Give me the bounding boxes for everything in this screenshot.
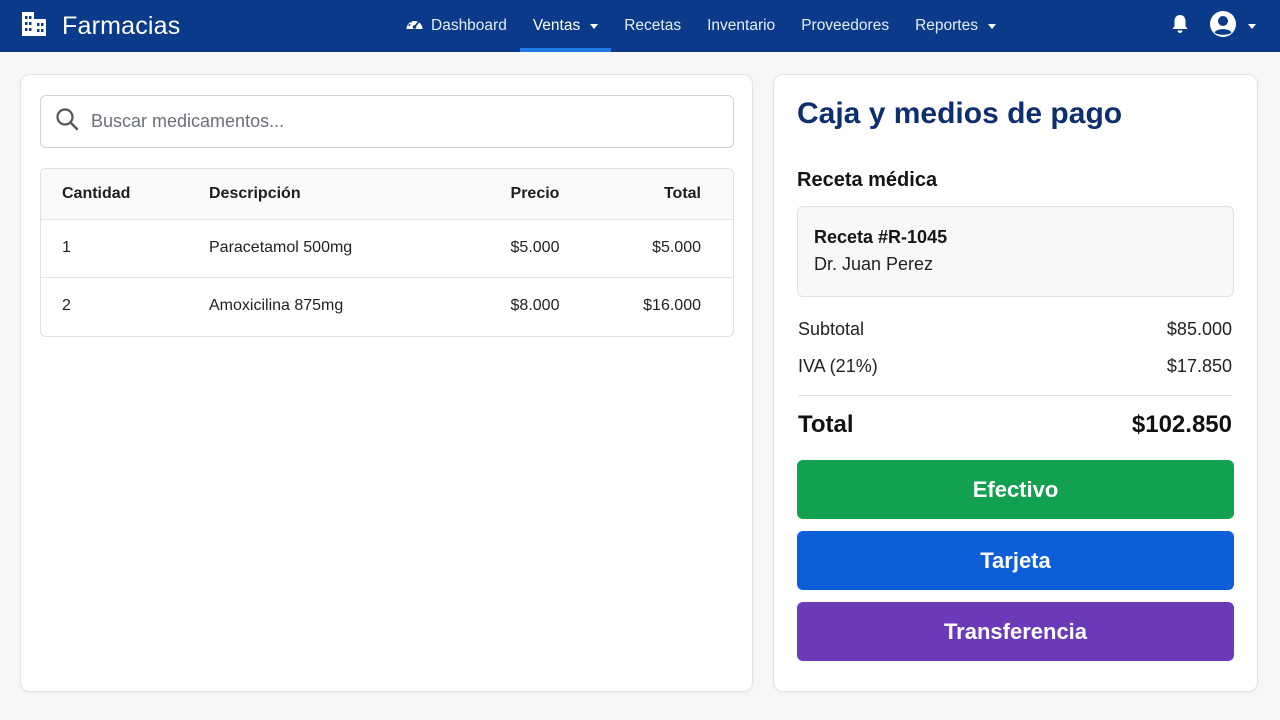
user-avatar-icon (1209, 10, 1237, 43)
nav-item-ventas[interactable]: Ventas (519, 0, 612, 52)
caret-down-icon (1248, 23, 1256, 29)
nav-item-reportes[interactable]: Reportes (902, 0, 1009, 52)
iva-label: IVA (21%) (798, 356, 878, 376)
cell-cantidad: 1 (62, 239, 71, 256)
cell-descripcion: Amoxicilina 875mg (209, 297, 344, 315)
pay-tarjeta-button[interactable]: Tarjeta (797, 531, 1234, 590)
brand[interactable]: Farmacias (20, 0, 181, 52)
search-box (40, 95, 734, 148)
pay-transferencia-button[interactable]: Transferencia (797, 602, 1234, 661)
checkout-panel: Caja y medios de pago Receta médica Rece… (773, 74, 1258, 692)
search-input[interactable] (91, 111, 733, 132)
column-header-descripcion: Descripción (209, 184, 301, 202)
total-label: Total (798, 411, 854, 438)
receta-doctor: Dr. Juan Perez (814, 254, 934, 274)
column-header-precio: Precio (510, 184, 560, 202)
subtotal-value: $85.000 (1166, 319, 1232, 339)
receta-number: Receta #R-1045 (814, 227, 948, 247)
cell-total: $5.000 (652, 239, 701, 256)
brand-name: Farmacias (62, 11, 181, 40)
nav-label: Dashboard (431, 17, 507, 34)
building-icon (20, 10, 48, 43)
cell-precio: $8.000 (510, 297, 560, 315)
user-menu[interactable] (1209, 10, 1256, 43)
total-value: $102.850 (1131, 411, 1232, 438)
checkout-title: Caja y medios de pago (797, 97, 1123, 130)
subtotal-label: Subtotal (798, 319, 865, 339)
iva-row: IVA (21%) $17.850 (798, 356, 1232, 377)
sale-items-panel: Cantidad Descripción Precio Total 1 Para… (20, 74, 753, 692)
summary-divider (798, 395, 1232, 396)
search-icon (55, 107, 79, 136)
nav-label: Recetas (624, 17, 682, 34)
items-table: Cantidad Descripción Precio Total 1 Para… (40, 168, 734, 337)
nav-label: Ventas (532, 17, 581, 34)
cell-total: $16.000 (643, 297, 701, 315)
nav-item-proveedores[interactable]: Proveedores (788, 0, 902, 52)
nav-label: Inventario (707, 17, 776, 34)
table-row[interactable]: 1 Paracetamol 500mg $5.000 $5.000 (41, 219, 733, 277)
table-header-row: Cantidad Descripción Precio Total (41, 169, 733, 219)
cell-cantidad: 2 (62, 297, 71, 315)
pay-efectivo-button[interactable]: Efectivo (797, 460, 1234, 519)
caret-down-icon (590, 23, 599, 29)
cell-precio: $5.000 (510, 239, 560, 256)
nav-label: Proveedores (801, 17, 890, 34)
column-header-cantidad: Cantidad (62, 184, 131, 202)
receta-heading: Receta médica (797, 169, 938, 191)
nav-label: Reportes (915, 17, 978, 34)
receta-card[interactable]: Receta #R-1045 Dr. Juan Perez (797, 206, 1234, 297)
nav-item-dashboard[interactable]: Dashboard (392, 0, 520, 52)
column-header-total: Total (663, 184, 701, 202)
dashboard-gauge-icon (405, 16, 424, 37)
bell-icon[interactable] (1171, 14, 1189, 39)
caret-down-icon (987, 23, 996, 29)
total-row: Total $102.850 (798, 411, 1232, 439)
table-row[interactable]: 2 Amoxicilina 875mg $8.000 $16.000 (41, 277, 733, 335)
iva-value: $17.850 (1166, 356, 1232, 376)
cell-descripcion: Paracetamol 500mg (209, 239, 353, 256)
top-navbar: Farmacias Dashboard Ventas Recetas Inven… (0, 0, 1280, 52)
nav-right (1171, 0, 1256, 52)
nav-item-inventario[interactable]: Inventario (694, 0, 788, 52)
main-nav: Dashboard Ventas Recetas Inventario Prov… (392, 0, 1009, 52)
subtotal-row: Subtotal $85.000 (798, 319, 1232, 340)
nav-item-recetas[interactable]: Recetas (611, 0, 694, 52)
